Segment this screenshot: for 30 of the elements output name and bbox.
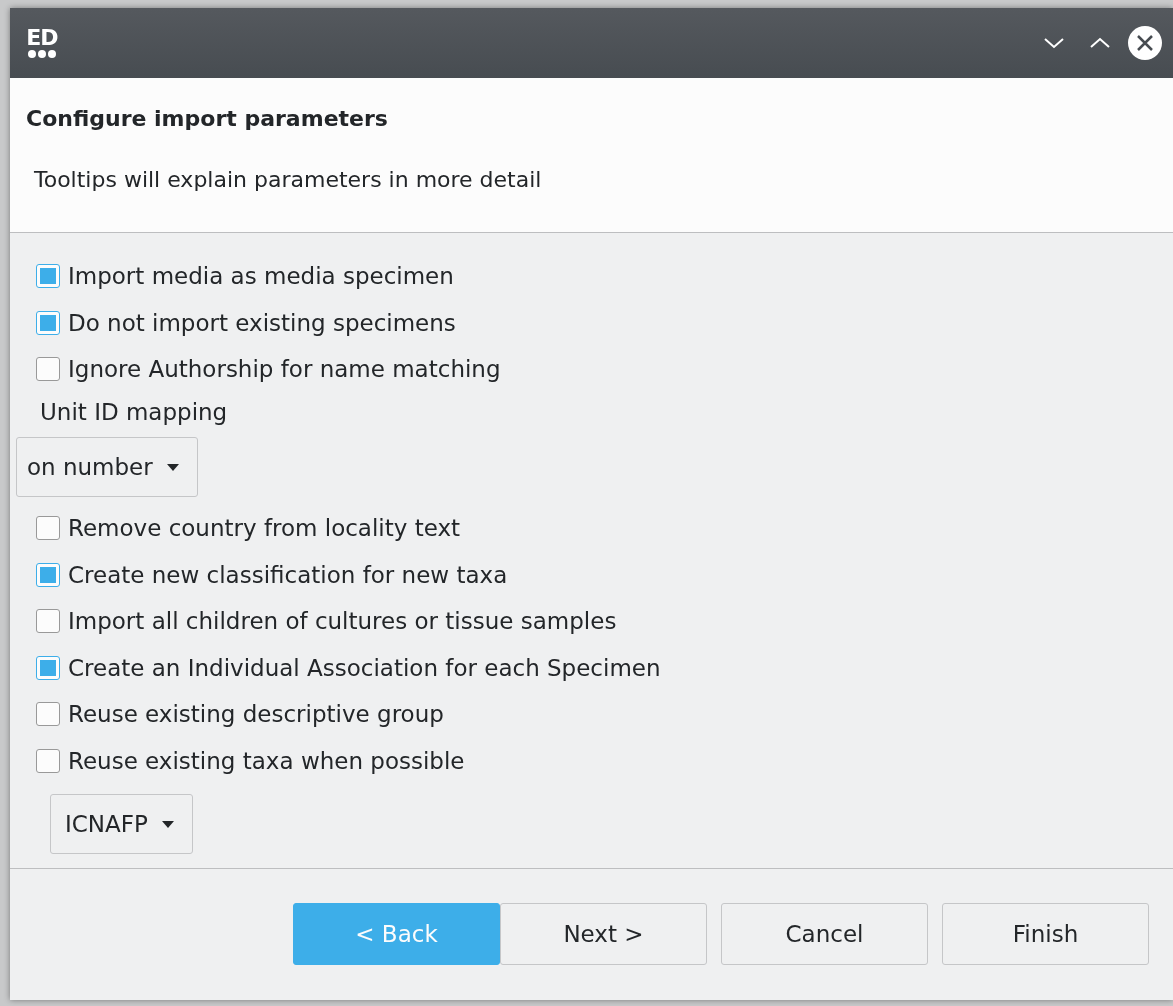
checkbox[interactable] <box>36 310 60 335</box>
checkbox[interactable] <box>36 357 60 382</box>
checkbox-label[interactable]: Remove country from locality text <box>68 511 461 546</box>
checkbox[interactable] <box>36 609 60 634</box>
checkbox-label[interactable]: Reuse existing descriptive group <box>68 697 444 732</box>
minimize-icon[interactable] <box>1043 36 1065 50</box>
dropdown[interactable]: ICNAFP <box>50 794 193 854</box>
checkbox[interactable] <box>36 748 60 773</box>
app-logo: ED <box>22 21 62 65</box>
checkbox[interactable] <box>36 516 60 541</box>
checkbox-label[interactable]: Create an Individual Association for each Specimen <box>68 650 661 685</box>
wizard-button[interactable]: Next > <box>500 903 707 965</box>
checkbox[interactable] <box>36 702 60 727</box>
field-label: Unit ID mapping <box>39 397 229 427</box>
checkbox-label[interactable]: Ignore Authorship for name matching <box>68 352 501 387</box>
checkbox-label[interactable]: Do not import existing specimens <box>68 305 456 340</box>
checkbox-label[interactable]: Create new classification for new taxa <box>68 557 508 592</box>
dropdown[interactable]: on number <box>16 437 198 497</box>
checkbox-label[interactable]: Import media as media specimen <box>68 259 454 294</box>
wizard-button[interactable]: Finish <box>942 903 1149 965</box>
checkbox-label[interactable]: Import all children of cultures or tissue samples <box>68 604 617 639</box>
wizard-button[interactable]: Cancel <box>721 903 928 965</box>
checkbox[interactable] <box>36 264 60 289</box>
checkbox[interactable] <box>36 562 60 587</box>
page-title: Configure import parameters <box>26 105 389 133</box>
close-icon[interactable] <box>1127 25 1163 61</box>
checkbox[interactable] <box>36 655 60 680</box>
maximize-icon[interactable] <box>1089 36 1111 50</box>
page-description: Tooltips will explain parameters in more detail <box>33 166 543 194</box>
checkbox-label[interactable]: Reuse existing taxa when possible <box>68 743 465 778</box>
